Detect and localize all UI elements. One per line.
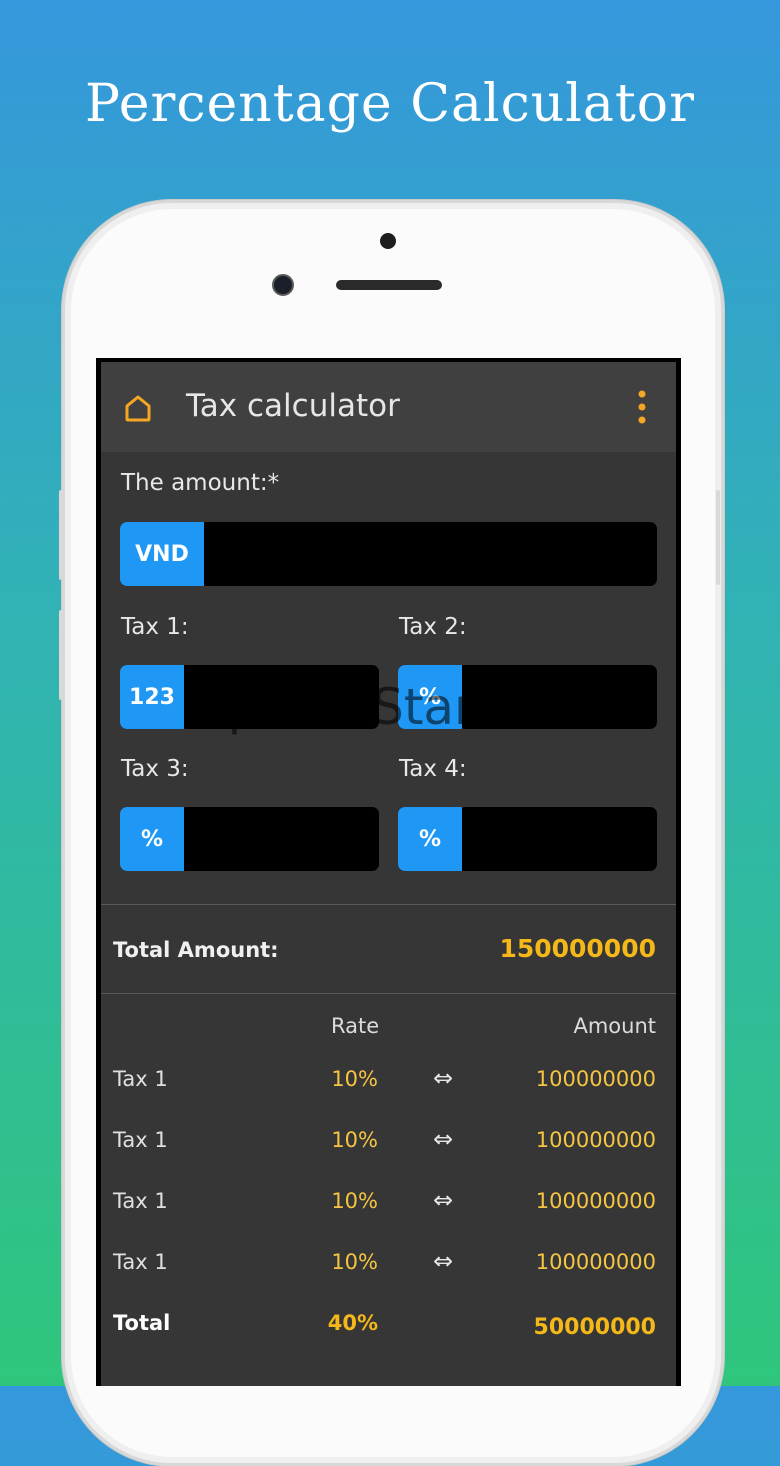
tax1-mode-badge[interactable]: 123	[120, 665, 184, 729]
phone-side-button	[59, 610, 63, 700]
divider	[101, 993, 676, 994]
home-icon[interactable]	[123, 393, 153, 423]
table-row: Tax 1 10% ⇔ 100000000	[101, 1247, 676, 1290]
row-name: Tax 1	[113, 1250, 168, 1274]
swap-arrow-icon: ⇔	[433, 1064, 454, 1092]
total-row-rate: 40%	[327, 1311, 378, 1335]
total-amount-label: Total Amount:	[113, 938, 279, 962]
tax3-mode-badge[interactable]: %	[120, 807, 184, 871]
phone-side-button	[716, 490, 720, 585]
table-row: Tax 1 10% ⇔ 100000000	[101, 1125, 676, 1168]
tax4-mode-badge[interactable]: %	[398, 807, 462, 871]
total-row-name: Total	[113, 1311, 171, 1335]
phone-speaker	[336, 280, 442, 290]
divider	[101, 904, 676, 905]
tax4-input[interactable]	[462, 807, 657, 871]
tax2-label: Tax 2:	[399, 614, 467, 640]
swap-arrow-icon: ⇔	[433, 1125, 454, 1153]
row-name: Tax 1	[113, 1128, 168, 1152]
row-rate: 10%	[331, 1067, 378, 1091]
tax3-field[interactable]: %	[120, 807, 379, 871]
row-rate: 10%	[331, 1189, 378, 1213]
total-row-amount: 50000000	[533, 1315, 656, 1340]
amount-header: Amount	[573, 1014, 656, 1038]
currency-badge: VND	[120, 522, 204, 586]
tax1-input[interactable]	[184, 665, 379, 729]
row-name: Tax 1	[113, 1067, 168, 1091]
amount-field[interactable]: VND	[120, 522, 657, 586]
tax1-field[interactable]: 123	[120, 665, 379, 729]
tax2-mode-badge[interactable]: %	[398, 665, 462, 729]
total-amount-value: 150000000	[499, 934, 656, 963]
row-name: Tax 1	[113, 1189, 168, 1213]
row-amount: 100000000	[535, 1067, 656, 1091]
tax4-label: Tax 4:	[399, 756, 467, 782]
tax2-input[interactable]	[462, 665, 657, 729]
phone-screen: Tax calculator The amount:* VND Tax 1: T…	[96, 358, 681, 1386]
phone-camera	[272, 274, 294, 296]
swap-arrow-icon: ⇔	[433, 1247, 454, 1275]
table-row: Tax 1 10% ⇔ 100000000	[101, 1186, 676, 1229]
tax1-label: Tax 1:	[121, 614, 189, 640]
app-screen: Tax calculator The amount:* VND Tax 1: T…	[101, 362, 676, 1386]
more-vertical-icon[interactable]	[638, 390, 646, 424]
row-amount: 100000000	[535, 1250, 656, 1274]
row-amount: 100000000	[535, 1128, 656, 1152]
tax3-label: Tax 3:	[121, 756, 189, 782]
app-title: Tax calculator	[186, 388, 400, 424]
rate-header: Rate	[331, 1014, 380, 1038]
table-row: Tax 1 10% ⇔ 100000000	[101, 1064, 676, 1107]
app-bar: Tax calculator	[101, 362, 676, 452]
tax2-field[interactable]: %	[398, 665, 657, 729]
table-total-row: Total 40% 50000000	[101, 1311, 676, 1351]
phone-side-button	[59, 490, 63, 580]
tax4-field[interactable]: %	[398, 807, 657, 871]
tax3-input[interactable]	[184, 807, 379, 871]
phone-sensor	[380, 233, 396, 249]
row-rate: 10%	[331, 1250, 378, 1274]
row-rate: 10%	[331, 1128, 378, 1152]
amount-label: The amount:*	[121, 470, 280, 496]
swap-arrow-icon: ⇔	[433, 1186, 454, 1214]
row-amount: 100000000	[535, 1189, 656, 1213]
amount-input[interactable]	[204, 522, 657, 586]
promo-title: Percentage Calculator	[85, 74, 695, 134]
